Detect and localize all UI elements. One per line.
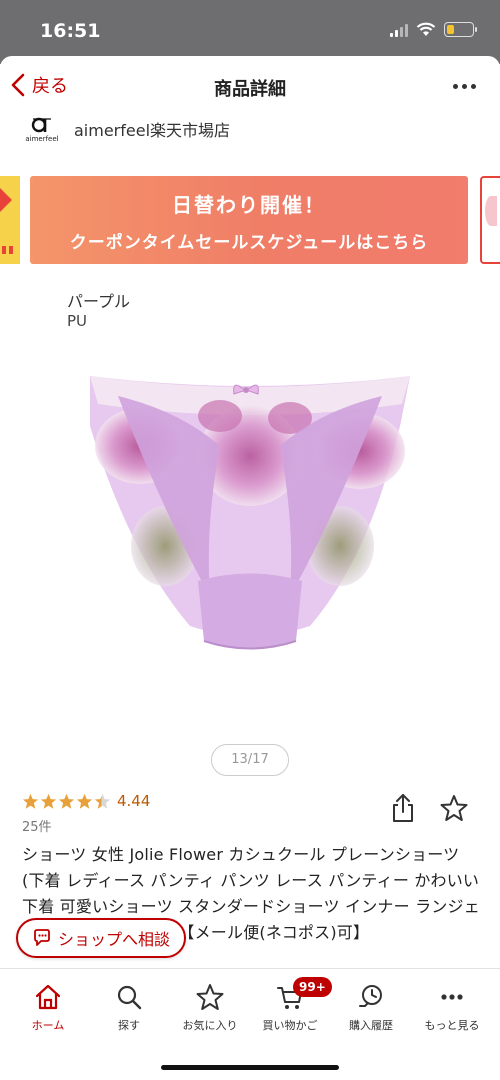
banner-carousel-prev-peek[interactable]: [0, 176, 20, 264]
star-icon: [196, 984, 224, 1010]
tab-label: 購入履歴: [349, 1019, 393, 1032]
coupon-banner[interactable]: 日替わり開催！ クーポンタイムセールスケジュールはこちら: [30, 176, 468, 264]
rating-star-icon: [76, 793, 93, 809]
shop-name: aimerfeel楽天市場店: [74, 121, 231, 140]
tab-bar: ホーム 探す お気に入り 99+ 買い物かご 購入履歴 もっと見る: [0, 968, 500, 1080]
history-icon: [359, 985, 382, 1007]
tab-search[interactable]: 探す: [88, 983, 170, 1033]
share-icon[interactable]: [390, 793, 416, 823]
tab-home[interactable]: ホーム: [7, 983, 89, 1033]
tab-label: もっと見る: [424, 1019, 480, 1032]
cart-badge: 99+: [293, 977, 332, 997]
battery-icon: [444, 22, 477, 37]
favorite-star-icon[interactable]: [440, 794, 468, 822]
search-icon: [117, 985, 142, 1010]
banner-headline: 日替わり開催！: [172, 193, 326, 217]
page-title: 商品詳細: [214, 79, 286, 100]
chat-bubble-icon: [34, 929, 50, 946]
status-bar: 16:51: [0, 0, 500, 64]
shop-consult-button[interactable]: ショップへ相談: [16, 918, 187, 958]
shop-logo-mark: [31, 117, 51, 133]
rating-row[interactable]: 4.44: [22, 792, 150, 810]
variant-color-code: PU: [67, 312, 88, 330]
more-options-button[interactable]: [453, 84, 476, 89]
tab-label: 買い物かご: [262, 1019, 318, 1032]
tab-more[interactable]: もっと見る: [411, 983, 493, 1033]
tab-cart[interactable]: 99+ 買い物かご: [249, 977, 332, 1033]
banner-carousel-next-peek[interactable]: [480, 176, 500, 264]
rating-star-icon: [58, 793, 75, 809]
rating-stars: [22, 793, 111, 810]
home-icon: [35, 984, 61, 1010]
tab-purchase-history[interactable]: 購入履歴: [330, 983, 412, 1033]
rating-star-icon: [40, 793, 57, 809]
rating-value: 4.44: [117, 792, 151, 810]
tab-label: 探す: [118, 1019, 140, 1032]
rating-star-icon: [22, 793, 39, 809]
shop-logo-text: aimerfeel: [25, 135, 59, 143]
cellular-signal-icon: [390, 23, 408, 37]
product-detail-sheet: 戻る 商品詳細 aimerfeel aimerfeel楽天市場店 日替わり開催！…: [0, 56, 500, 1080]
tab-favorites[interactable]: お気に入り: [169, 983, 251, 1033]
status-icons: [390, 22, 477, 37]
shop-logo: aimerfeel: [22, 116, 62, 148]
nav-bar: 戻る 商品詳細: [0, 56, 500, 116]
banner-subline: クーポンタイムセールスケジュールはこちら: [69, 233, 429, 253]
gallery-page-indicator: 13/17: [211, 744, 289, 776]
more-icon: [441, 994, 463, 1000]
variant-color-name: パープル: [67, 292, 131, 311]
home-indicator: [161, 1065, 339, 1070]
shop-link[interactable]: aimerfeel aimerfeel楽天市場店: [22, 116, 230, 148]
rating-star-icon: [94, 793, 111, 809]
tab-label: お気に入り: [182, 1019, 238, 1032]
product-image[interactable]: [70, 356, 430, 656]
wifi-icon: [416, 22, 436, 36]
status-time: 16:51: [40, 20, 101, 42]
tab-label: ホーム: [31, 1019, 65, 1032]
shop-consult-label: ショップへ相談: [58, 930, 171, 949]
review-count[interactable]: 25件: [22, 816, 52, 835]
